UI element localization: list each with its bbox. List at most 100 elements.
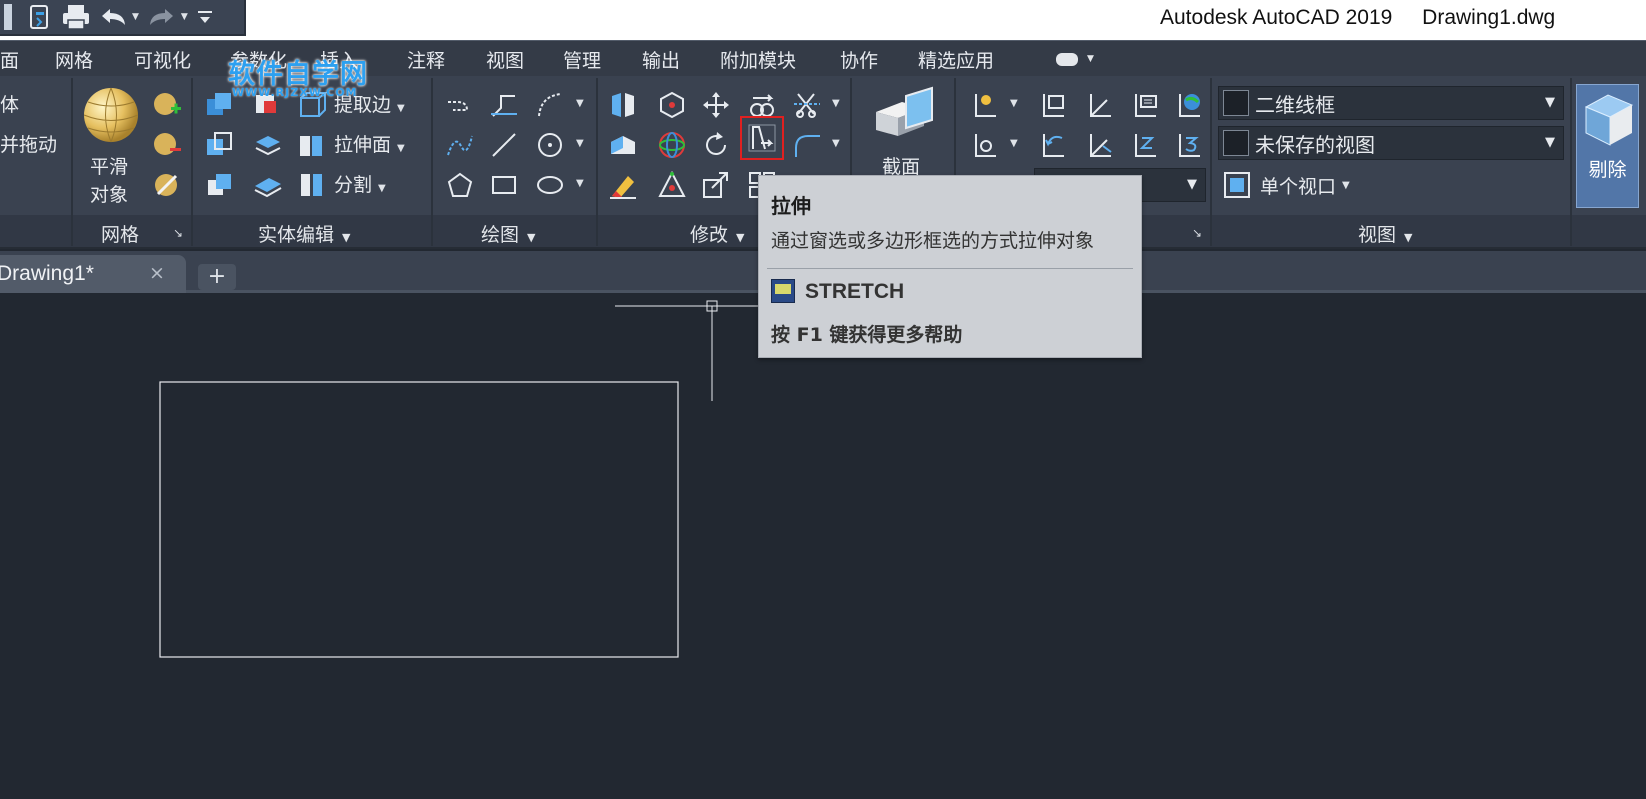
scale-icon[interactable] [701,170,731,200]
new-tab-button[interactable]: + [198,264,236,290]
3d-polyline-icon[interactable] [489,90,519,120]
tab-mesh[interactable]: 网格 [55,46,93,73]
redo-icon[interactable] [145,2,179,32]
polyline-icon[interactable] [445,90,475,120]
tab-collaborate[interactable]: 协作 [840,46,878,73]
close-icon[interactable]: × [149,262,165,284]
ucs-icon[interactable] [970,90,1000,120]
mesh-remove-icon[interactable] [152,130,182,160]
document-title: Drawing1.dwg [1422,6,1556,29]
thicken-icon[interactable] [253,170,283,200]
3d-align-icon[interactable] [608,130,638,160]
tab-surface[interactable]: 面 [0,46,19,73]
separate-label[interactable]: 分割 ▼ [334,170,386,197]
ucs-view-icon[interactable] [1130,90,1160,120]
trim-dropdown-icon[interactable]: ▼ [832,98,840,109]
mesh-panel-launcher-icon[interactable]: ↘ [173,226,183,240]
undo-icon[interactable] [96,2,130,32]
print-icon[interactable] [56,2,96,32]
spline-icon[interactable] [445,130,475,160]
mirror-icon[interactable] [608,90,638,120]
partial-item-2[interactable]: 并拖动 [0,130,57,157]
watermark-logo: 软件自学网 WWW.RJZXW.COM [228,52,368,99]
3d-rotate-icon[interactable] [657,90,687,120]
stretch-button[interactable] [740,116,784,160]
extrude-faces-icon[interactable] [297,130,327,160]
interfere-icon[interactable] [253,130,283,160]
slice-icon[interactable] [205,170,235,200]
coords-panel-launcher-icon[interactable]: ↘ [1192,226,1202,240]
circle-icon[interactable] [535,130,565,160]
move-icon[interactable] [701,90,731,120]
tab-addins[interactable]: 附加模块 [720,46,796,73]
polygon-icon[interactable] [445,170,475,200]
chevron-down-icon: ▼ [1342,179,1350,191]
tooltip-divider [767,268,1133,269]
phone-icon[interactable] [0,2,22,32]
3d-scale-icon[interactable] [657,170,687,200]
chevron-down-icon: ▼ [1545,135,1555,150]
line-icon[interactable] [489,130,519,160]
draw-panel-title[interactable]: 绘图 ▼ [481,220,535,247]
extrude-faces-label[interactable]: 拉伸面 ▼ [334,130,405,157]
drawn-rectangle[interactable] [159,381,679,658]
tab-output[interactable]: 输出 [642,46,680,73]
tab-view[interactable]: 视图 [486,46,524,73]
drawing-canvas[interactable] [0,293,1646,799]
fillet-icon[interactable] [792,130,822,160]
tab-visualize[interactable]: 可视化 [134,46,191,73]
stretch-tooltip: 拉伸 通过窗选或多边形框选的方式拉伸对象 STRETCH 按 F1 键获得更多帮… [758,175,1142,358]
ucs-z-icon[interactable] [1130,130,1160,160]
tab-manage[interactable]: 管理 [563,46,601,73]
chevron-down-icon: ▼ [1545,95,1555,110]
mesh-add-icon[interactable] [152,90,182,120]
panel-separator [191,78,193,246]
ucs-x-icon[interactable] [1085,130,1115,160]
modify-panel-title[interactable]: 修改 ▼ [690,220,744,247]
viewport-config-button[interactable]: 单个视口 ▼ [1222,168,1350,202]
ucs-origin-icon[interactable] [1085,90,1115,120]
document-tab[interactable]: Drawing1* × [0,255,186,293]
arc-dropdown-icon[interactable]: ▼ [576,98,584,109]
chevron-down-icon: ▼ [527,231,536,244]
intersect-icon[interactable] [205,130,235,160]
separate-icon[interactable] [297,170,327,200]
redo-dropdown-icon[interactable]: ▼ [181,12,188,22]
ucs-icon-props-icon[interactable] [970,130,1000,160]
circle-dropdown-icon[interactable]: ▼ [576,138,584,149]
3d-move-icon[interactable] [657,130,687,160]
tab-featured-apps[interactable]: 精选应用 [918,46,994,73]
undo-dropdown-icon[interactable]: ▼ [132,12,139,22]
rotate-icon[interactable] [701,130,731,160]
chevron-down-icon: ▼ [397,103,405,114]
view-panel-title[interactable]: 视图 ▼ [1358,220,1412,247]
smooth-object-button[interactable]: 平滑 对象 [80,84,142,208]
ellipse-icon[interactable] [535,170,565,200]
arc-icon[interactable] [535,90,565,120]
ucs-props-dropdown-icon[interactable]: ▼ [1010,138,1018,149]
ribbon-minimize-toggle[interactable]: ▼ [1056,51,1098,67]
chevron-down-icon: ▼ [378,183,386,194]
view-title-text: 视图 [1358,224,1397,246]
chevron-down-icon: ▼ [1087,54,1094,64]
named-view-combo[interactable]: 未保存的视图 ▼ [1218,126,1564,160]
ucs-previous-icon[interactable] [1038,130,1068,160]
ucs-world-icon[interactable] [1174,90,1204,120]
ellipse-dropdown-icon[interactable]: ▼ [576,178,584,189]
tooltip-command: STRETCH [805,280,905,303]
solid-edit-panel-title[interactable]: 实体编辑 ▼ [258,220,350,247]
tab-annotate[interactable]: 注释 [407,46,445,73]
customize-icon[interactable] [194,2,216,32]
ucs-dropdown-icon[interactable]: ▼ [1010,98,1018,109]
ucs-named-icon[interactable] [1038,90,1068,120]
erase-icon[interactable] [608,170,638,200]
ucs-3point-icon[interactable] [1174,130,1204,160]
save-icon[interactable] [22,2,56,32]
rectangle-icon[interactable] [489,170,519,200]
visual-style-combo[interactable]: 二维线框 ▼ [1218,86,1564,120]
fillet-dropdown-icon[interactable]: ▼ [832,138,840,149]
partial-item-1[interactable]: 体 [0,90,19,117]
mesh-crease-icon[interactable] [152,170,182,200]
trim-icon[interactable] [792,90,822,120]
cull-button[interactable]: 剔除 [1576,84,1639,208]
